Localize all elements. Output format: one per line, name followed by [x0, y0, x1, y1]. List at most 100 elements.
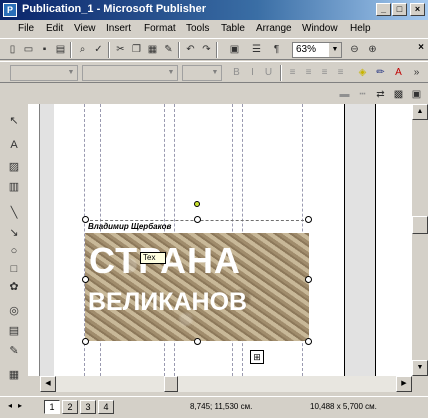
- toolbar-separator: [70, 42, 72, 58]
- restore-button[interactable]: □: [392, 3, 407, 16]
- insert-picture-icon[interactable]: ▣: [228, 43, 241, 56]
- underline-icon[interactable]: U: [262, 66, 275, 79]
- spelling-icon[interactable]: ✓: [92, 43, 105, 56]
- page-tab-3[interactable]: 3: [80, 400, 96, 414]
- resize-handle[interactable]: [82, 276, 89, 283]
- print-preview-icon[interactable]: ⌕: [76, 43, 89, 56]
- menu-edit[interactable]: Edit: [46, 23, 63, 34]
- justify-icon[interactable]: ≡: [334, 66, 347, 79]
- menu-window[interactable]: Window: [302, 23, 338, 34]
- columns-icon[interactable]: ☰: [250, 43, 263, 56]
- close-button[interactable]: ×: [410, 3, 425, 16]
- 3d-style-icon[interactable]: ▣: [410, 88, 423, 101]
- author-text[interactable]: Владимир Щербаков: [88, 222, 171, 231]
- redo-icon[interactable]: ↷: [200, 43, 213, 56]
- new-icon[interactable]: ▯: [6, 43, 19, 56]
- hot-spot-icon[interactable]: ◎: [7, 304, 21, 318]
- design-gallery-icon[interactable]: ▦: [7, 368, 21, 382]
- arrow-style-icon[interactable]: ⇄: [374, 88, 387, 101]
- resize-handle[interactable]: [305, 276, 312, 283]
- align-right-icon[interactable]: ≡: [318, 66, 331, 79]
- scroll-right-icon[interactable]: ▶: [396, 376, 412, 392]
- more-buttons-icon[interactable]: »: [410, 66, 423, 79]
- text-wrap-icon[interactable]: ⊞: [250, 350, 264, 364]
- shadow-style-icon[interactable]: ▩: [392, 88, 405, 101]
- text-box-icon[interactable]: A: [7, 138, 21, 152]
- next-page-icon[interactable]: ▸: [18, 401, 22, 410]
- zoom-out-icon[interactable]: ⊖: [348, 43, 361, 56]
- paragraph-icon[interactable]: ¶: [270, 43, 283, 56]
- picture-frame-icon[interactable]: ▨: [7, 160, 21, 174]
- print-icon[interactable]: ▤: [54, 43, 67, 56]
- italic-icon[interactable]: I: [246, 66, 259, 79]
- html-fragment-icon[interactable]: ✎: [7, 344, 21, 358]
- rotation-handle[interactable]: [194, 201, 200, 207]
- resize-handle[interactable]: [305, 338, 312, 345]
- scroll-left-icon[interactable]: ◀: [40, 376, 56, 392]
- page-tab-1[interactable]: 1: [44, 400, 60, 414]
- form-control-icon[interactable]: ▤: [7, 324, 21, 338]
- rectangle-icon[interactable]: □: [7, 262, 21, 276]
- objects-toolbar: ↖ A ▨ ▥ ╲ ↘ ○ □ ✿ ◎ ▤ ✎ ▦: [0, 104, 28, 396]
- line-color-icon[interactable]: ✏: [374, 66, 387, 79]
- resize-handle[interactable]: [194, 216, 201, 223]
- dash-style-icon[interactable]: ┅: [356, 88, 369, 101]
- resize-handle[interactable]: [305, 216, 312, 223]
- autoshapes-icon[interactable]: ✿: [7, 280, 21, 294]
- zoom-in-icon[interactable]: ⊕: [366, 43, 379, 56]
- page-tab-4[interactable]: 4: [98, 400, 114, 414]
- cursor-position: 8,745; 11,530 см.: [190, 402, 253, 411]
- menu-insert[interactable]: Insert: [106, 23, 131, 34]
- menu-arrange[interactable]: Arrange: [256, 23, 292, 34]
- horizontal-scrollbar[interactable]: ◀ ▶: [40, 376, 412, 392]
- menu-file[interactable]: File: [18, 23, 34, 34]
- zoom-select[interactable]: 63% ▼: [292, 42, 342, 58]
- style-select[interactable]: ▼: [10, 65, 78, 81]
- clip-art-icon[interactable]: ▥: [7, 180, 21, 194]
- align-center-icon[interactable]: ≡: [302, 66, 315, 79]
- menu-table[interactable]: Table: [221, 23, 245, 34]
- oval-icon[interactable]: ○: [7, 244, 21, 258]
- paste-icon[interactable]: ▦: [146, 43, 159, 56]
- scroll-up-icon[interactable]: ▲: [412, 104, 428, 120]
- publisher-app-icon[interactable]: P: [3, 3, 17, 17]
- resize-handle[interactable]: [194, 338, 201, 345]
- chevron-down-icon[interactable]: ▼: [209, 66, 221, 80]
- page-tab-2[interactable]: 2: [62, 400, 78, 414]
- vertical-scroll-thumb[interactable]: [412, 216, 428, 234]
- undo-icon[interactable]: ↶: [184, 43, 197, 56]
- select-objects-icon[interactable]: ↖: [7, 114, 21, 128]
- toolbar-separator: [280, 65, 282, 81]
- font-color-icon[interactable]: A: [392, 66, 405, 79]
- fill-color-icon[interactable]: ◈: [356, 66, 369, 79]
- banner-title-line2[interactable]: ВЕЛИКАНОВ: [88, 288, 247, 317]
- scroll-down-icon[interactable]: ▼: [412, 360, 428, 376]
- font-select[interactable]: ▼: [82, 65, 178, 81]
- bold-icon[interactable]: B: [230, 66, 243, 79]
- vertical-ruler[interactable]: [28, 104, 40, 376]
- line-style-icon[interactable]: ▬: [338, 88, 351, 101]
- menu-tools[interactable]: Tools: [186, 23, 209, 34]
- chevron-down-icon[interactable]: ▼: [165, 66, 177, 80]
- chevron-down-icon[interactable]: ▼: [65, 66, 77, 80]
- menu-view[interactable]: View: [74, 23, 96, 34]
- chevron-down-icon[interactable]: ▼: [329, 43, 341, 57]
- line-icon[interactable]: ╲: [7, 206, 21, 220]
- copy-icon[interactable]: ❐: [130, 43, 143, 56]
- font-size-select[interactable]: ▼: [182, 65, 222, 81]
- arrow-icon[interactable]: ↘: [7, 226, 21, 240]
- minimize-button[interactable]: _: [376, 3, 391, 16]
- align-left-icon[interactable]: ≡: [286, 66, 299, 79]
- save-icon[interactable]: ▪: [38, 43, 51, 56]
- menu-format[interactable]: Format: [144, 23, 176, 34]
- vertical-scrollbar[interactable]: ▲ ▼: [412, 104, 428, 376]
- resize-handle[interactable]: [82, 338, 89, 345]
- format-painter-icon[interactable]: ✎: [162, 43, 175, 56]
- object-size: 10,488 x 5,700 см.: [310, 402, 377, 411]
- horizontal-scroll-thumb[interactable]: [164, 376, 178, 392]
- cut-icon[interactable]: ✂: [114, 43, 127, 56]
- toolbar-separator: [108, 42, 110, 58]
- open-icon[interactable]: ▭: [22, 43, 35, 56]
- menu-help[interactable]: Help: [350, 23, 371, 34]
- prev-page-icon[interactable]: ◂: [8, 401, 12, 410]
